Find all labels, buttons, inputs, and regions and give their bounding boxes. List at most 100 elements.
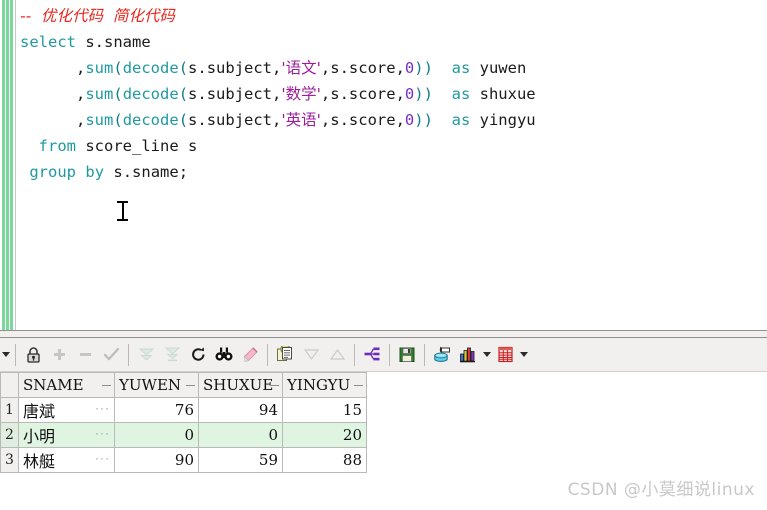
copy-pages-icon: [277, 346, 292, 361]
row-number[interactable]: 3: [0, 447, 19, 473]
delete-row-button[interactable]: [72, 342, 98, 368]
sql-literal-yuwen: '语文': [281, 59, 321, 77]
cell-shuxue[interactable]: 0: [198, 422, 283, 448]
toolbar-separator-6: [424, 343, 425, 366]
cell-yingyu[interactable]: 15: [282, 397, 367, 423]
column-resize-grip-sname[interactable]: [102, 385, 111, 386]
csdn-watermark: CSDN @小莫细说linux: [567, 480, 755, 500]
column-resize-grip-shuxue[interactable]: [270, 385, 279, 386]
cell-shuxue[interactable]: 59: [198, 447, 283, 473]
sort-descending-button[interactable]: [298, 342, 324, 368]
node-tree-icon: [364, 347, 379, 361]
cell-sname-value: 林艇: [23, 452, 56, 471]
lock-icon: [26, 347, 40, 363]
floppy-disk-icon: [399, 347, 415, 362]
column-resize-grip-yingyu[interactable]: [354, 385, 363, 386]
cell-sname[interactable]: 小明 ···: [18, 422, 115, 448]
sql-table-alias: s: [188, 137, 198, 155]
cell-yingyu[interactable]: 20: [282, 422, 367, 448]
triangle-up-icon: [329, 348, 345, 360]
cell-sname-value: 小明: [23, 427, 56, 446]
sql-keyword-from: from: [38, 137, 76, 155]
row-number[interactable]: 1: [0, 397, 19, 423]
sql-keyword-select: select: [20, 33, 76, 51]
refresh-icon: [191, 347, 204, 361]
sql-number-zero-3: 0: [404, 111, 415, 129]
post-changes-button[interactable]: [98, 342, 124, 368]
sql-code-area[interactable]: -- 优化代码 简化代码 select s.sname ,sum(decode(…: [16, 0, 767, 330]
sql-column-sname: s.sname: [85, 33, 151, 51]
chevron-down-bar-icon: [164, 347, 180, 362]
insert-row-button[interactable]: [46, 342, 72, 368]
cell-yuwen[interactable]: 90: [114, 447, 199, 473]
cell-yuwen[interactable]: 76: [114, 397, 199, 423]
table-row[interactable]: 1 唐斌 ··· 76 94 15: [0, 397, 367, 423]
sql-keyword-as-1: as: [451, 59, 471, 77]
toolbar-separator-1: [15, 343, 16, 366]
sql-alias-yuwen: yuwen: [479, 59, 527, 77]
cell-sname[interactable]: 唐斌 ···: [18, 397, 115, 423]
grid-view-button[interactable]: [492, 342, 518, 368]
cell-shuxue[interactable]: 94: [198, 397, 283, 423]
code-line-comment: -- 优化代码 简化代码: [20, 3, 767, 29]
column-header-yingyu[interactable]: YINGYU: [282, 372, 367, 398]
cell-sname[interactable]: 林艇 ···: [18, 447, 115, 473]
refresh-button[interactable]: [185, 342, 211, 368]
editor-change-gutter: [0, 0, 16, 330]
column-header-yingyu-label: YINGYU: [287, 376, 351, 394]
red-grid-icon: [497, 346, 513, 363]
sql-semicolon: ;: [178, 163, 189, 181]
double-chevron-down-icon: [138, 348, 154, 361]
pane-splitter[interactable]: [0, 330, 767, 338]
column-header-shuxue[interactable]: SHUXUE: [198, 372, 283, 398]
sql-comment-text-2: 简化代码: [112, 7, 175, 25]
column-header-yuwen-label: YUWEN: [119, 376, 182, 394]
sql-groupby-column: s.sname: [113, 163, 179, 181]
highlight-button[interactable]: [237, 342, 263, 368]
find-button[interactable]: [211, 342, 237, 368]
sql-open-paren-2a: (: [113, 85, 123, 103]
toolbar-separator-3: [267, 343, 268, 366]
export-data-button[interactable]: [429, 342, 455, 368]
table-row[interactable]: 3 林艇 ··· 90 59 88: [0, 447, 367, 473]
grid-view-dropdown-caret[interactable]: [518, 342, 529, 368]
sql-close-paren-3: )): [414, 111, 433, 129]
gutter-change-marker-2: [6, 0, 9, 330]
column-header-sname[interactable]: SNAME: [18, 372, 115, 398]
fetch-last-page-button[interactable]: [159, 342, 185, 368]
database-export-icon: [433, 346, 450, 362]
sort-ascending-button[interactable]: [324, 342, 350, 368]
lock-record-button[interactable]: [20, 342, 46, 368]
mode-dropdown-caret[interactable]: [0, 342, 11, 368]
sql-literal-yingyu: '英语': [281, 111, 321, 129]
row-number[interactable]: 2: [0, 422, 19, 448]
cell-sname-value: 唐斌: [23, 402, 56, 421]
cell-yingyu[interactable]: 88: [282, 447, 367, 473]
sql-column-score-2: s.score: [330, 85, 396, 103]
sql-keyword-sum-3: sum: [85, 111, 114, 129]
sql-editor-pane[interactable]: -- 优化代码 简化代码 select s.sname ,sum(decode(…: [0, 0, 767, 330]
sql-close-paren-1: )): [414, 59, 433, 77]
explain-plan-button[interactable]: [359, 342, 385, 368]
sql-column-score-3: s.score: [330, 111, 396, 129]
chart-dropdown-caret[interactable]: [481, 342, 492, 368]
cell-yuwen[interactable]: 0: [114, 422, 199, 448]
marker-pen-icon: [243, 347, 258, 363]
sql-function-decode-1: decode: [122, 59, 179, 77]
fetch-next-page-button[interactable]: [133, 342, 159, 368]
save-results-button[interactable]: [394, 342, 420, 368]
column-resize-grip-yuwen[interactable]: [186, 385, 195, 386]
table-header-row: SNAME YUWEN SHUXUE YINGYU: [0, 372, 367, 398]
sql-keyword-sum-2: sum: [85, 85, 114, 103]
toolbar-separator-2: [128, 343, 129, 366]
column-header-yuwen[interactable]: YUWEN: [114, 372, 199, 398]
sql-keyword-group: group: [29, 163, 77, 181]
toolbar-separator-5: [389, 343, 390, 366]
sql-column-score-1: s.score: [330, 59, 396, 77]
sql-open-paren-3a: (: [113, 111, 123, 129]
chart-button[interactable]: [455, 342, 481, 368]
sql-keyword-as-3: as: [451, 111, 471, 129]
cell-overflow-marker: ···: [95, 451, 110, 465]
copy-grid-button[interactable]: [272, 342, 298, 368]
table-row[interactable]: 2 小明 ··· 0 0 20: [0, 422, 367, 448]
